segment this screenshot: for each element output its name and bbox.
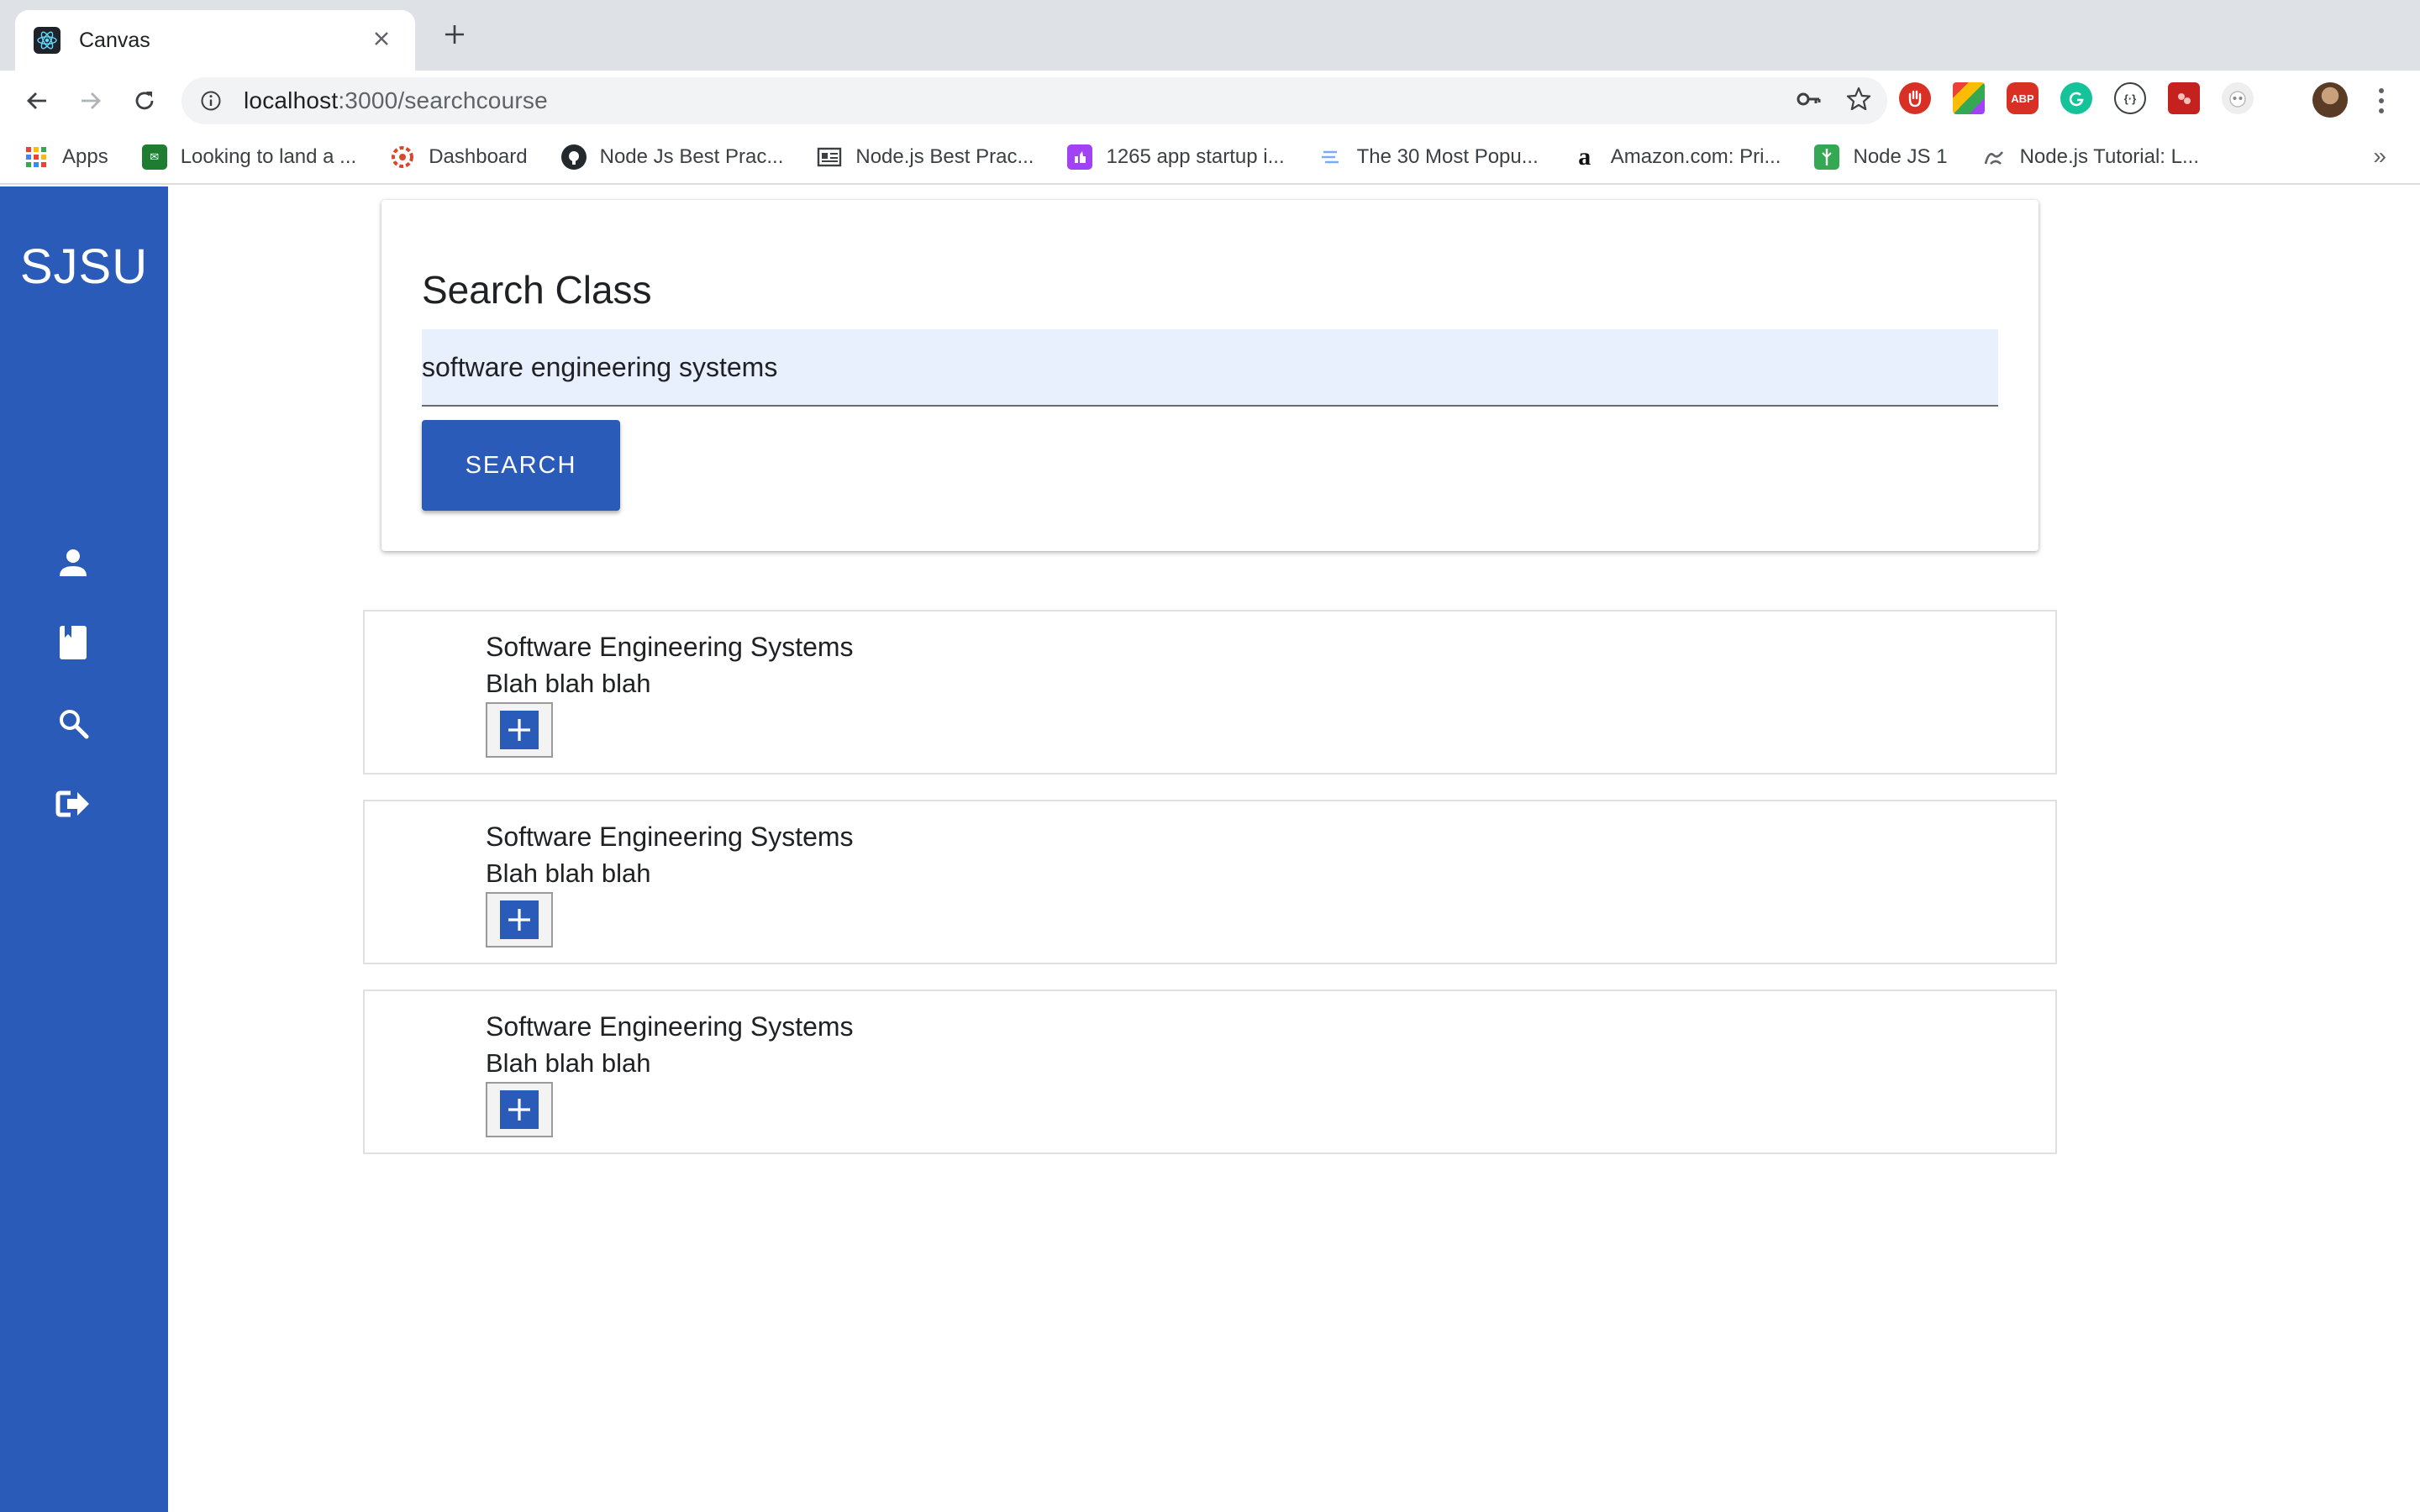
forward-arrow-icon[interactable] xyxy=(72,82,109,119)
bookmark-label: Node JS 1 xyxy=(1853,145,1948,168)
bookmark-label: Dashboard xyxy=(429,145,528,168)
adblock-extension-icon[interactable]: ABP xyxy=(2007,82,2039,114)
result-card: Software Engineering Systems Blah blah b… xyxy=(363,990,2057,1154)
bookmark-item[interactable]: Dashboard xyxy=(390,144,528,170)
search-input[interactable] xyxy=(422,329,1998,407)
dashboard-favicon xyxy=(390,144,415,170)
tab-title: Canvas xyxy=(79,28,150,52)
green-doc-favicon xyxy=(1814,144,1840,170)
plus-icon xyxy=(500,900,539,939)
github-icon xyxy=(560,144,587,170)
card-favicon xyxy=(817,144,842,170)
add-course-button[interactable] xyxy=(486,892,553,948)
puzzle-extension-icon[interactable] xyxy=(2168,82,2200,114)
bookmark-label: Node Js Best Prac... xyxy=(599,145,784,168)
panda-extension-icon[interactable] xyxy=(2222,82,2254,114)
reload-icon[interactable] xyxy=(126,82,163,119)
star-icon[interactable] xyxy=(1845,86,1872,117)
user-icon[interactable] xyxy=(54,543,92,581)
stop-hand-extension-icon[interactable] xyxy=(1899,82,1931,114)
bookmark-item[interactable]: Node.js Best Prac... xyxy=(817,144,1034,170)
bookmark-label: Node.js Tutorial: L... xyxy=(2019,145,2199,168)
search-title: Search Class xyxy=(422,268,652,312)
address-bar[interactable]: localhost:3000/searchcourse xyxy=(182,77,1887,124)
logout-icon[interactable] xyxy=(54,785,92,823)
course-title: Software Engineering Systems xyxy=(486,1011,854,1042)
lines-favicon xyxy=(1318,144,1344,170)
apps-grid-icon xyxy=(24,144,49,170)
brand-logo: SJSU xyxy=(19,239,149,294)
add-course-button[interactable] xyxy=(486,1082,553,1137)
bookmark-label: Apps xyxy=(62,145,108,168)
new-tab-button[interactable] xyxy=(435,15,474,54)
book-icon[interactable] xyxy=(54,623,92,662)
course-description: Blah blah blah xyxy=(486,669,651,698)
back-arrow-icon[interactable] xyxy=(18,82,55,119)
bookmark-item[interactable]: Node JS 1 xyxy=(1814,144,1948,170)
extensions-bar: ABP {·} xyxy=(1899,82,2254,114)
url-text: localhost:3000/searchcourse xyxy=(244,87,548,114)
search-button[interactable]: SEARCH xyxy=(422,420,620,511)
course-title: Software Engineering Systems xyxy=(486,822,854,852)
plus-icon xyxy=(500,1090,539,1129)
search-icon[interactable] xyxy=(54,704,92,743)
result-card: Software Engineering Systems Blah blah b… xyxy=(363,610,2057,774)
bookmark-label: Node.js Best Prac... xyxy=(855,145,1034,168)
link-favicon xyxy=(1981,144,2007,170)
profile-avatar[interactable] xyxy=(2312,82,2348,118)
sidebar xyxy=(0,186,168,1512)
key-icon[interactable] xyxy=(1795,86,1822,117)
browser-menu-icon[interactable] xyxy=(2373,82,2390,119)
bookmarks-overflow-icon[interactable]: » xyxy=(2373,143,2386,170)
add-course-button[interactable] xyxy=(486,702,553,758)
bookmark-item[interactable]: a Amazon.com: Pri... xyxy=(1572,143,1781,171)
course-title: Software Engineering Systems xyxy=(486,632,854,662)
bookmark-item[interactable]: Node Js Best Prac... xyxy=(560,144,784,170)
plus-icon xyxy=(500,711,539,749)
bookmark-item[interactable]: The 30 Most Popu... xyxy=(1318,144,1539,170)
bookmark-apps[interactable]: Apps xyxy=(24,144,108,170)
grammarly-extension-icon[interactable] xyxy=(2060,82,2092,114)
course-description: Blah blah blah xyxy=(486,858,651,888)
info-icon[interactable] xyxy=(198,88,224,113)
purple-favicon xyxy=(1067,144,1093,170)
course-description: Blah blah blah xyxy=(486,1048,651,1078)
browser-toolbar: localhost:3000/searchcourse ABP {·} xyxy=(0,71,2420,131)
close-tab-icon[interactable] xyxy=(366,26,397,55)
search-card: Search Class SEARCH xyxy=(381,200,2039,551)
amazon-icon: a xyxy=(1578,143,1591,171)
color-grid-extension-icon[interactable] xyxy=(1953,82,1985,114)
bookmark-label: Amazon.com: Pri... xyxy=(1610,145,1781,168)
bookmark-item[interactable]: Node.js Tutorial: L... xyxy=(1981,144,2199,170)
bookmark-item[interactable]: ✉ Looking to land a ... xyxy=(141,144,357,170)
bookmark-item[interactable]: 1265 app startup i... xyxy=(1067,144,1285,170)
url-host: localhost xyxy=(244,87,339,113)
code-extension-icon[interactable]: {·} xyxy=(2114,82,2146,114)
browser-tab[interactable]: Canvas xyxy=(15,10,415,71)
bookmark-favicon: ✉ xyxy=(141,144,167,170)
bookmark-label: The 30 Most Popu... xyxy=(1356,145,1539,168)
result-card: Software Engineering Systems Blah blah b… xyxy=(363,800,2057,964)
bookmark-label: 1265 app startup i... xyxy=(1106,145,1285,168)
browser-tabstrip: Canvas xyxy=(0,0,2420,71)
url-path: :3000/searchcourse xyxy=(338,87,548,113)
bookmarks-bar: Apps ✉ Looking to land a ... Dashboard N… xyxy=(0,131,2420,185)
react-icon xyxy=(34,27,60,54)
bookmark-label: Looking to land a ... xyxy=(180,145,357,168)
